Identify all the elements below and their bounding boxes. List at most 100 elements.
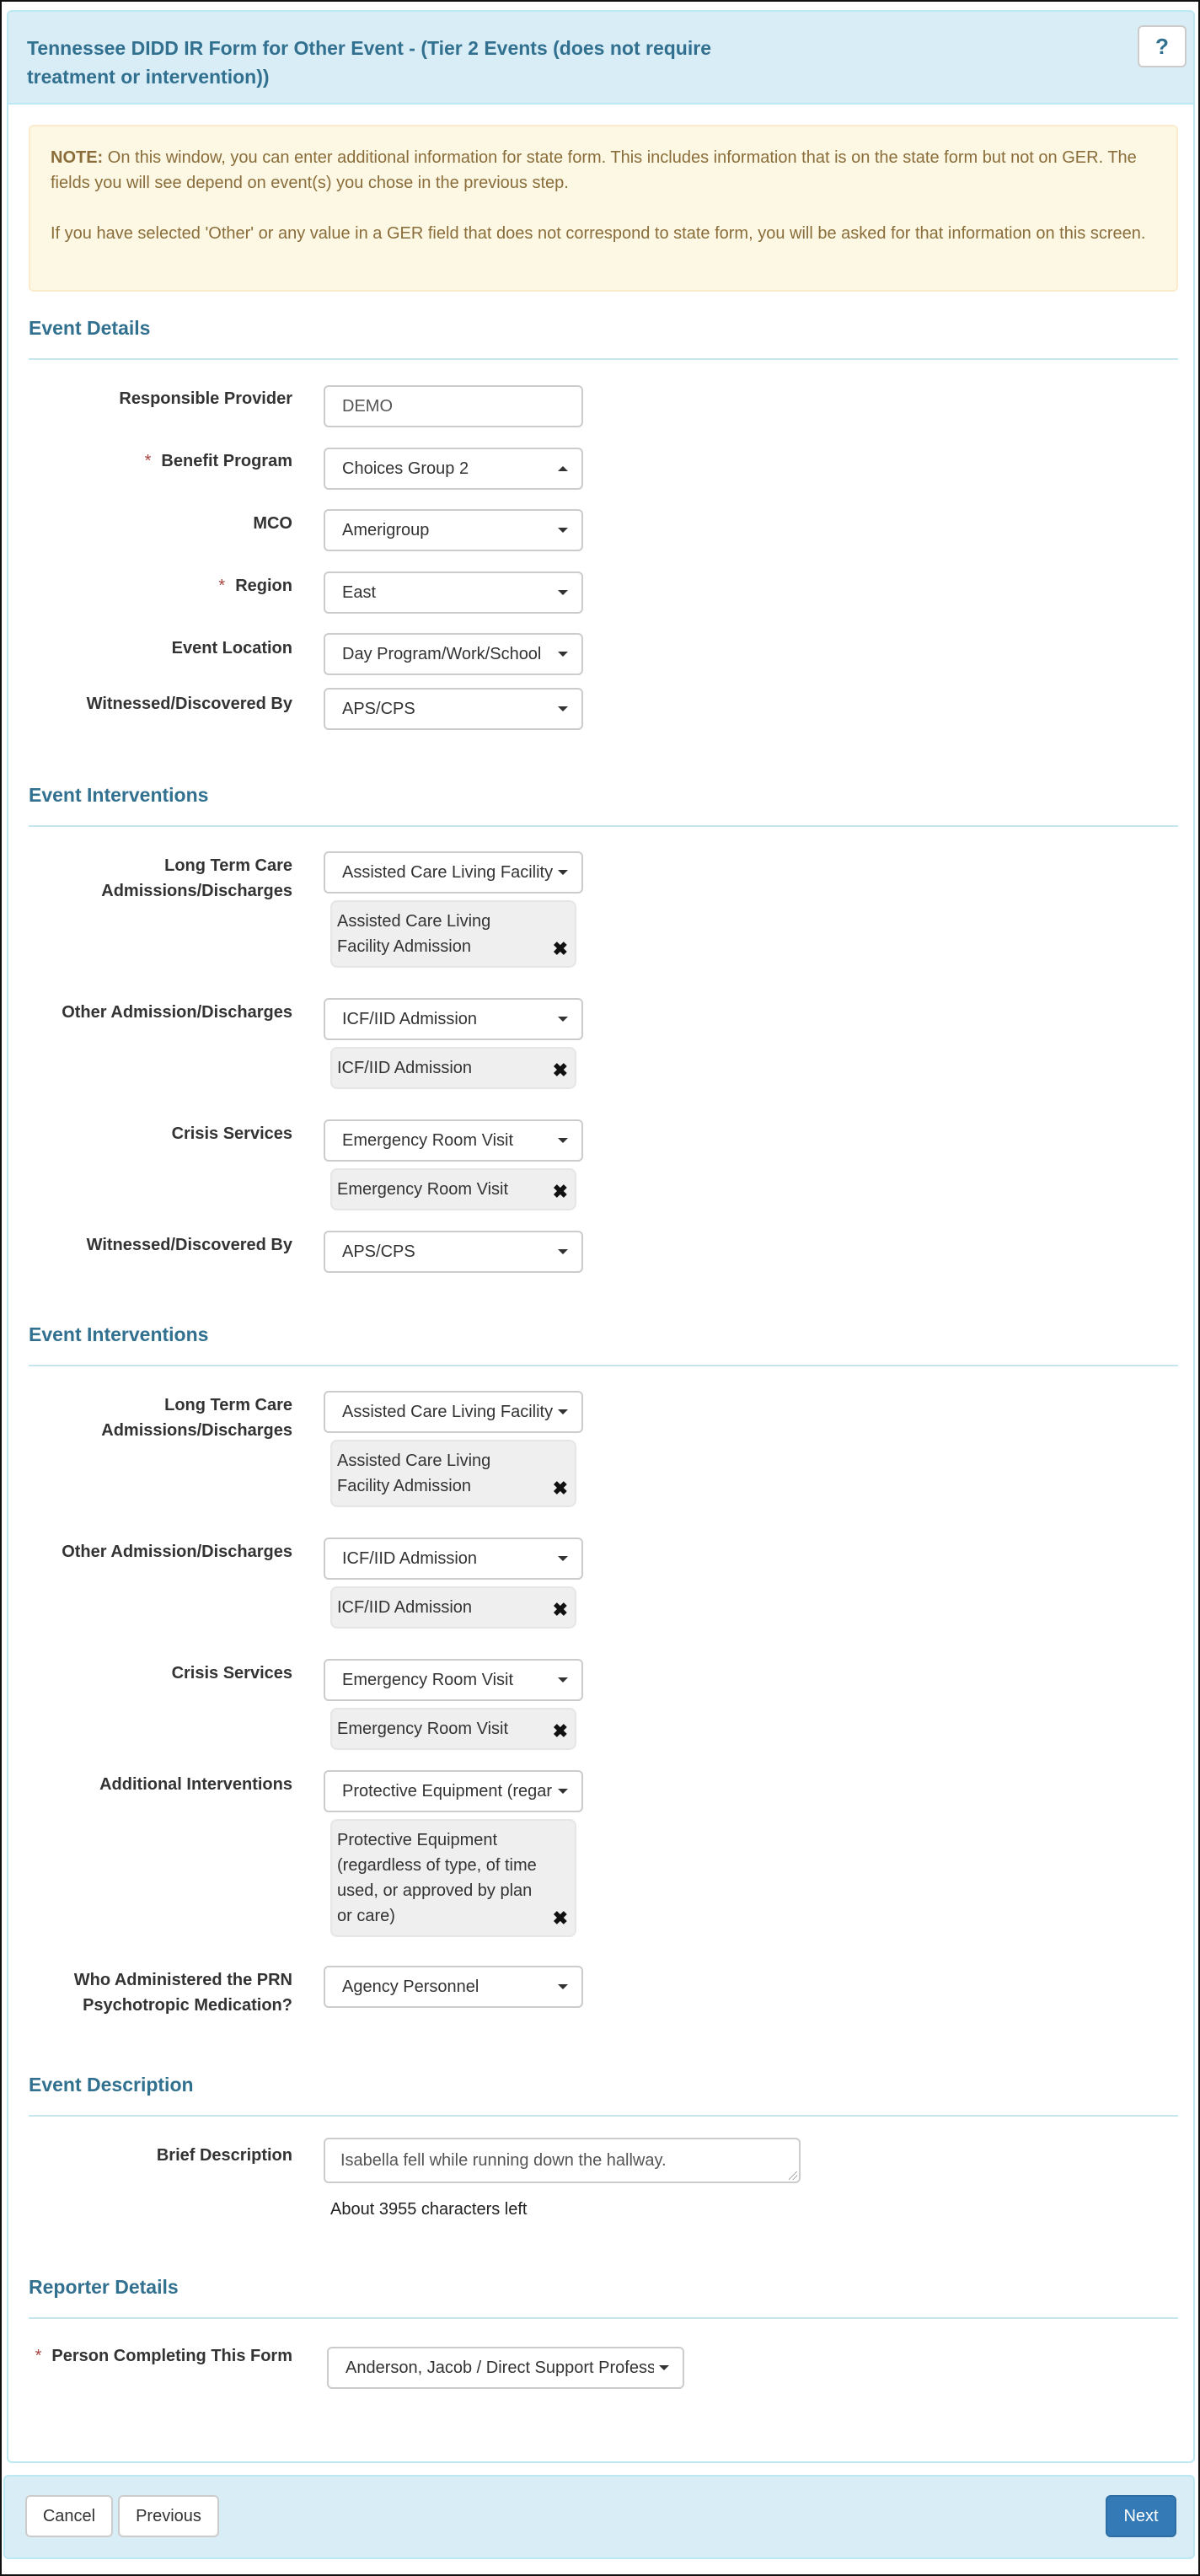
caret-down-icon: [558, 1984, 568, 1989]
other-admission-select[interactable]: ICF/IID Admission: [324, 1538, 583, 1580]
help-button[interactable]: ?: [1138, 25, 1187, 67]
witnessed-by-select[interactable]: APS/CPS: [324, 688, 583, 730]
mco-select[interactable]: Amerigroup: [324, 509, 583, 551]
long-term-care-label: Long Term Care Admissions/Discharges: [101, 1396, 292, 1440]
section-event-interventions: Event Interventions: [29, 1323, 1178, 1366]
caret-down-icon: [659, 2365, 669, 2370]
remove-tag-icon[interactable]: ✖: [553, 1479, 568, 1498]
crisis-services-value: Emergency Room Visit: [342, 1670, 514, 1689]
responsible-provider-value: DEMO: [342, 396, 393, 416]
other-admission-value: ICF/IID Admission: [342, 1009, 478, 1028]
caret-down-icon: [558, 870, 568, 875]
event-location-label: Event Location: [171, 639, 292, 657]
note-alert: NOTE: On this window, you can enter addi…: [29, 125, 1178, 292]
caret-down-icon: [558, 590, 568, 595]
tag-label: ICF/IID Admission: [337, 1059, 473, 1077]
remove-tag-icon[interactable]: ✖: [553, 1722, 568, 1741]
person-completing-value: Anderson, Jacob / Direct Support Profess…: [346, 2358, 654, 2377]
remove-tag-icon[interactable]: ✖: [553, 1601, 568, 1619]
brief-description-textarea[interactable]: Isabella fell while running down the hal…: [324, 2138, 801, 2183]
brief-description-value: Isabella fell while running down the hal…: [340, 2151, 667, 2170]
tag-label: Assisted Care Living Facility Admission: [337, 1452, 491, 1495]
additional-interventions-select[interactable]: Protective Equipment (regardless of type…: [324, 1770, 583, 1812]
selected-tag: Emergency Room Visit ✖: [330, 1168, 576, 1210]
caret-down-icon: [558, 1789, 568, 1794]
selected-tag: Emergency Room Visit ✖: [330, 1708, 576, 1750]
crisis-services-select[interactable]: Emergency Room Visit: [324, 1119, 583, 1162]
crisis-services-label: Crisis Services: [171, 1124, 292, 1143]
responsible-provider-input[interactable]: DEMO: [324, 385, 583, 427]
region-value: East: [342, 582, 377, 602]
additional-interventions-label: Additional Interventions: [99, 1775, 292, 1794]
note-text-1: On this window, you can enter additional…: [51, 148, 1137, 192]
question-mark-icon: ?: [1155, 33, 1169, 59]
caret-down-icon: [558, 1138, 568, 1143]
page-title: Tennessee DIDD IR Form for Other Event -…: [27, 37, 711, 88]
additional-interventions-value: Protective Equipment (regardless of type…: [342, 1781, 553, 1801]
long-term-care-value: Assisted Care Living Facility Admission: [342, 1402, 553, 1421]
witnessed-by-label: Witnessed/Discovered By: [86, 1236, 292, 1254]
crisis-services-value: Emergency Room Visit: [342, 1130, 514, 1150]
section-event-details: Event Details: [29, 317, 1178, 360]
form-panel: Tennessee DIDD IR Form for Other Event -…: [7, 10, 1195, 2463]
caret-down-icon: [558, 528, 568, 533]
brief-description-label: Brief Description: [156, 2146, 292, 2165]
responsible-provider-label: Responsible Provider: [119, 389, 292, 408]
footer-bar: Cancel Previous Next: [3, 2475, 1195, 2559]
section-reporter-details: Reporter Details: [29, 2276, 1178, 2319]
region-label-text: Region: [235, 577, 292, 595]
note-text-2: If you have selected 'Other' or any valu…: [51, 224, 1146, 243]
remove-tag-icon[interactable]: ✖: [553, 1909, 568, 1928]
region-label: * Region: [29, 573, 292, 598]
prn-administered-by-select[interactable]: Agency Personnel: [324, 1966, 583, 2008]
tag-label: Protective Equipment (regardless of type…: [337, 1831, 537, 1925]
caret-down-icon: [558, 1017, 568, 1022]
note-prefix: NOTE:: [51, 148, 104, 167]
tag-label: Assisted Care Living Facility Admission: [337, 912, 491, 956]
remove-tag-icon[interactable]: ✖: [553, 1061, 568, 1080]
resize-handle-icon[interactable]: [789, 2171, 797, 2180]
caret-up-icon: [558, 466, 568, 471]
cancel-button[interactable]: Cancel: [25, 2495, 113, 2537]
selected-tag: ICF/IID Admission ✖: [330, 1586, 576, 1629]
mco-label: MCO: [253, 514, 292, 533]
crisis-services-select[interactable]: Emergency Room Visit: [324, 1659, 583, 1701]
witnessed-by-select[interactable]: APS/CPS: [324, 1231, 583, 1273]
mco-value: Amerigroup: [342, 520, 430, 539]
other-admission-select[interactable]: ICF/IID Admission: [324, 998, 583, 1040]
benefit-program-value: Choices Group 2: [342, 459, 469, 478]
witnessed-by-value: APS/CPS: [342, 1242, 415, 1261]
caret-down-icon: [558, 652, 568, 657]
long-term-care-value: Assisted Care Living Facility Admission: [342, 862, 553, 882]
other-admission-label: Other Admission/Discharges: [62, 1003, 292, 1022]
benefit-program-label-text: Benefit Program: [161, 452, 292, 470]
other-admission-value: ICF/IID Admission: [342, 1548, 478, 1568]
prn-administered-by-value: Agency Personnel: [342, 1977, 479, 1996]
required-marker: *: [35, 2347, 42, 2365]
benefit-program-label: * Benefit Program: [29, 448, 292, 474]
region-select[interactable]: East: [324, 572, 583, 614]
other-admission-label: Other Admission/Discharges: [62, 1543, 292, 1561]
section-event-description: Event Description: [29, 2074, 1178, 2117]
remove-tag-icon[interactable]: ✖: [553, 940, 568, 958]
person-completing-label-text: Person Completing This Form: [51, 2347, 292, 2365]
benefit-program-select[interactable]: Choices Group 2: [324, 448, 583, 490]
selected-tag: Protective Equipment (regardless of type…: [330, 1819, 576, 1937]
person-completing-select[interactable]: Anderson, Jacob / Direct Support Profess…: [327, 2347, 684, 2389]
tag-label: Emergency Room Visit: [337, 1180, 509, 1199]
next-button[interactable]: Next: [1106, 2495, 1176, 2537]
event-location-value: Day Program/Work/School: [342, 644, 542, 663]
tag-label: ICF/IID Admission: [337, 1598, 473, 1617]
crisis-services-label: Crisis Services: [171, 1664, 292, 1682]
witnessed-by-value: APS/CPS: [342, 699, 415, 718]
prn-administered-by-label: Who Administered the PRN Psychotropic Me…: [73, 1971, 292, 2015]
long-term-care-select[interactable]: Assisted Care Living Facility Admission: [324, 1391, 583, 1433]
previous-button[interactable]: Previous: [118, 2495, 219, 2537]
event-location-select[interactable]: Day Program/Work/School: [324, 633, 583, 675]
caret-down-icon: [558, 1409, 568, 1414]
remove-tag-icon[interactable]: ✖: [553, 1183, 568, 1201]
long-term-care-select[interactable]: Assisted Care Living Facility Admission: [324, 851, 583, 894]
caret-down-icon: [558, 1556, 568, 1561]
person-completing-label: * Person Completing This Form: [29, 2343, 292, 2369]
long-term-care-label: Long Term Care Admissions/Discharges: [101, 856, 292, 900]
